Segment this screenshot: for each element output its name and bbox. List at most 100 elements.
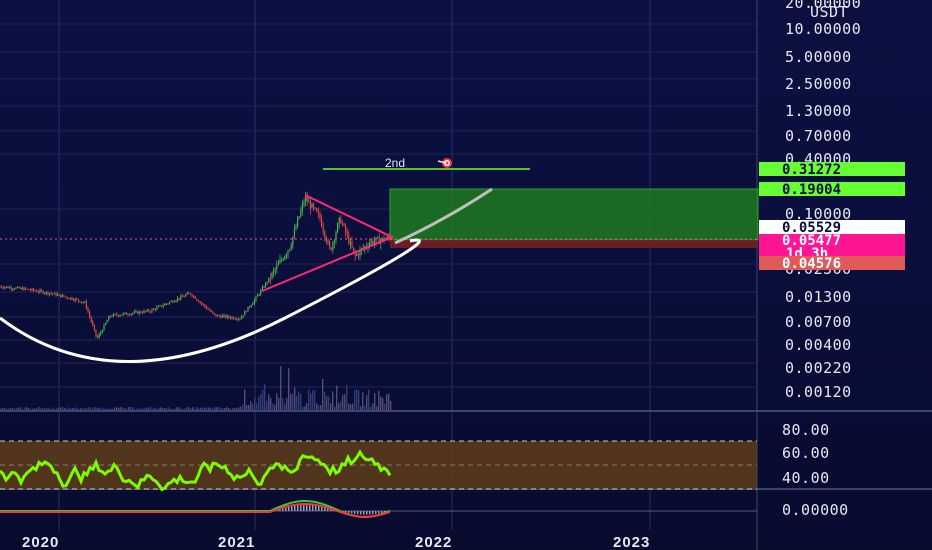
volume-bar	[116, 407, 118, 410]
candle-body	[4, 287, 6, 289]
volume-bar	[96, 408, 98, 410]
candle-body	[306, 196, 308, 202]
volume-bar	[240, 406, 242, 410]
volume-bar	[272, 403, 274, 410]
macd-hist-bar	[309, 505, 311, 511]
volume-bar	[314, 390, 316, 410]
tag-second-target[interactable]: 0.31272	[759, 162, 905, 178]
volume-bar	[42, 408, 44, 410]
volume-bar	[72, 408, 74, 410]
volume-bar	[124, 407, 126, 410]
cup-curve[interactable]	[0, 238, 421, 363]
candle-body	[76, 298, 78, 300]
rsi-tick-label: 80.00	[782, 421, 830, 439]
time-tick-label: 2021	[218, 534, 255, 550]
volume-bar	[50, 408, 52, 410]
price-tick-label: 0.00400	[785, 336, 852, 354]
volume-bar	[348, 403, 350, 410]
candle-body	[69, 297, 71, 299]
candle-body	[85, 301, 87, 309]
price-tick-label: 2.50000	[785, 75, 852, 93]
volume-bar	[126, 408, 128, 410]
candle-body	[303, 201, 305, 205]
volume-bar	[202, 407, 204, 410]
candle-body	[229, 317, 231, 319]
candle-body	[268, 277, 270, 283]
volume-bar	[32, 408, 34, 410]
candle-body	[52, 293, 54, 295]
candle-body	[20, 287, 22, 289]
candle-body	[234, 318, 236, 320]
second-target-label: 2nd	[385, 156, 405, 170]
candle-body	[218, 315, 220, 317]
candle-body	[292, 237, 294, 246]
volume-bar	[320, 405, 322, 410]
volume-bar	[298, 391, 300, 410]
candle-body	[1, 286, 3, 288]
volume-bar	[14, 408, 16, 410]
candle-body	[125, 312, 127, 315]
macd-hist-bar	[312, 505, 314, 511]
volume-bar	[74, 408, 76, 410]
volume-bar	[182, 408, 184, 410]
tag-first-target[interactable]: 0.19004	[759, 182, 905, 198]
candle-body	[156, 307, 158, 310]
candle-body	[95, 329, 97, 336]
candle-body	[343, 223, 345, 226]
volume-bar	[296, 395, 298, 410]
candle-body	[228, 315, 230, 318]
volume-bar	[142, 407, 144, 410]
volume-bar	[256, 403, 258, 410]
candle-body	[290, 245, 292, 250]
candle-body	[377, 237, 379, 239]
volume-bar	[378, 390, 380, 410]
time-axis[interactable]: 2020 2021 2022 2023	[22, 534, 650, 550]
candle-body	[181, 295, 183, 297]
volume-bar	[276, 393, 278, 410]
candle-body	[7, 286, 9, 289]
candle-body	[295, 226, 297, 230]
volume-bar	[198, 408, 200, 410]
candle-body	[10, 287, 12, 289]
candle-body	[351, 241, 353, 248]
candle-body	[381, 237, 383, 241]
volume-bar	[262, 389, 264, 410]
candle-body	[197, 300, 199, 302]
volume-bar	[62, 407, 64, 410]
tag-stop[interactable]: 0.04576	[759, 256, 905, 272]
volume-bar	[258, 396, 260, 410]
volume-bar	[10, 408, 12, 410]
price-chart[interactable]: 2nd 20.0000010.000005.000002.500001.3000…	[0, 0, 932, 550]
stop-zone[interactable]	[390, 240, 758, 248]
candle-body	[133, 311, 135, 313]
volume-bar	[12, 408, 14, 410]
target-zone[interactable]	[389, 188, 759, 241]
volume-bar	[208, 407, 210, 410]
volume-bar	[106, 408, 108, 410]
volume-bar	[212, 408, 214, 410]
candle-body	[79, 300, 81, 303]
candle-body	[345, 225, 347, 233]
volume-bar	[70, 408, 72, 410]
tag-first-target-value: 0.19004	[782, 182, 841, 198]
candle-body	[5, 286, 7, 288]
volume-bar	[0, 408, 2, 410]
volume-bar	[68, 407, 70, 410]
candle-body	[57, 294, 59, 296]
volume-bar	[164, 408, 166, 410]
candle-body	[213, 313, 215, 315]
price-axis[interactable]: 20.0000010.000005.000002.500001.300000.7…	[785, 0, 861, 401]
candle-body	[313, 203, 315, 208]
candle-body	[325, 237, 327, 242]
volume-bar	[368, 389, 370, 410]
candle-body	[9, 287, 11, 289]
macd-hist-bar	[288, 506, 290, 511]
macd-hist-bar	[294, 505, 296, 511]
candle-body	[58, 294, 60, 296]
macd-hist-bar	[351, 511, 353, 514]
volume-bar	[48, 407, 50, 410]
macd-hist-bar	[369, 511, 371, 515]
candle-body	[332, 242, 334, 250]
candle-body	[231, 317, 233, 319]
macd-hist-bar	[378, 511, 380, 514]
